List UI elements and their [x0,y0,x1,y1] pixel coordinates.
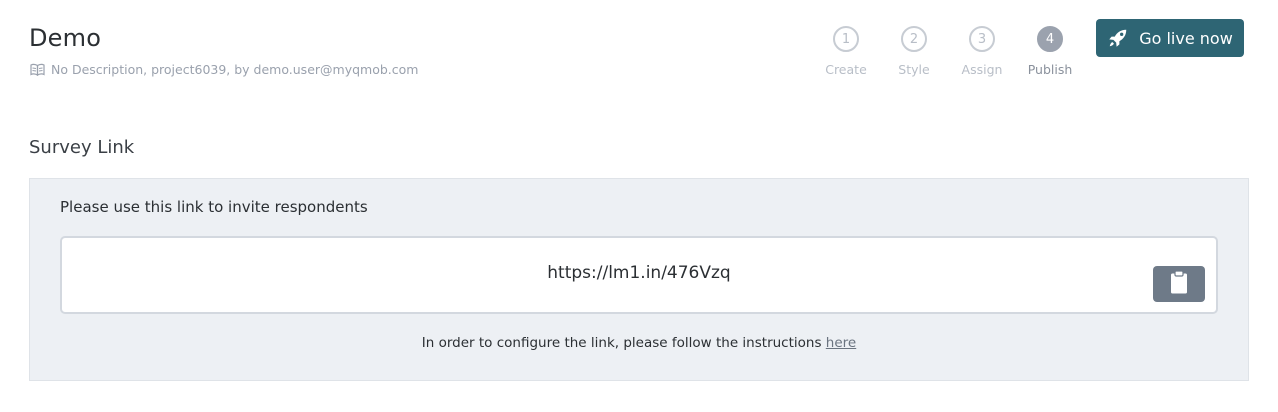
step-label: Style [898,62,930,77]
survey-link-box: https://lm1.in/476Vzq [60,236,1218,314]
section-title: Survey Link [29,137,135,158]
step-number: 1 [833,26,859,52]
step-assign[interactable]: 3 Assign [948,26,1016,77]
step-label: Publish [1027,62,1073,77]
footnote-text: In order to configure the link, please f… [421,335,822,351]
copy-link-button[interactable] [1153,266,1205,302]
step-label: Create [825,62,867,77]
subtitle-text: No Description, project6039, by demo.use… [51,62,419,77]
rocket-icon [1107,27,1129,49]
book-icon [30,63,45,76]
survey-link-panel: Please use this link to invite responden… [29,178,1249,381]
step-style[interactable]: 2 Style [880,26,948,77]
step-number: 4 [1037,26,1063,52]
step-number: 2 [901,26,927,52]
step-number: 3 [969,26,995,52]
configure-footnote: In order to configure the link, please f… [30,335,1248,351]
step-create[interactable]: 1 Create [812,26,880,77]
link-instruction: Please use this link to invite responden… [60,198,368,216]
go-live-label: Go live now [1139,28,1233,48]
survey-url[interactable]: https://lm1.in/476Vzq [62,263,1216,283]
page-title: Demo [29,24,102,52]
step-label: Assign [961,62,1003,77]
step-publish[interactable]: 4 Publish [1016,26,1084,77]
go-live-button[interactable]: Go live now [1096,19,1244,57]
project-subtitle: No Description, project6039, by demo.use… [30,62,418,77]
clipboard-icon [1170,270,1188,298]
instructions-link[interactable]: here [826,335,856,351]
wizard-steps: 1 Create 2 Style 3 Assign 4 Publish [812,26,1084,77]
